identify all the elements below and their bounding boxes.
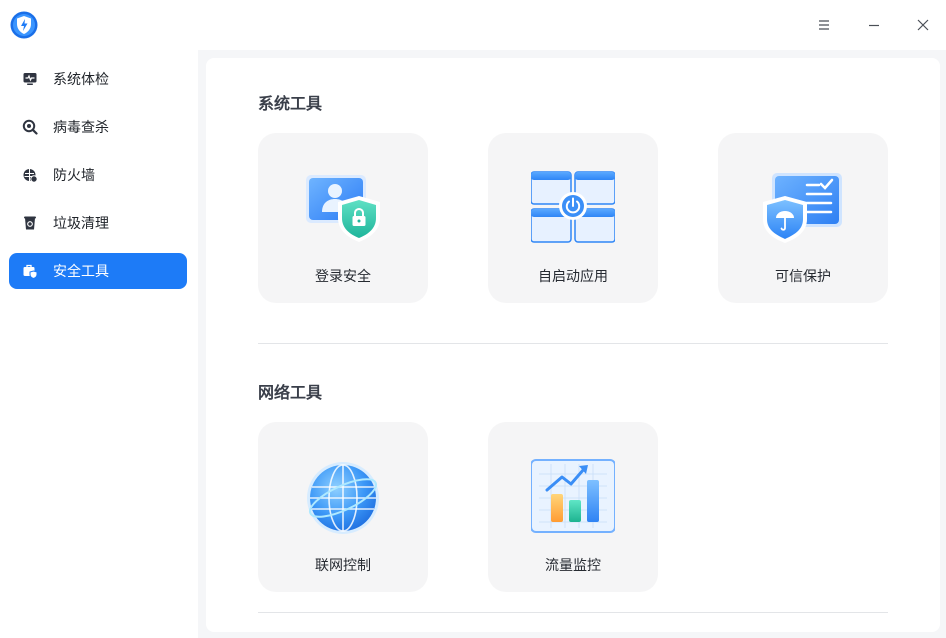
sidebar-item-label: 防火墙 — [53, 168, 95, 184]
minimize-icon — [868, 19, 880, 31]
section-title-network-tools: 网络工具 — [258, 383, 323, 402]
sidebar: 系统体检 病毒查杀 防火墙 垃圾清理 安全工具 — [0, 50, 198, 638]
card-label: 自启动应用 — [538, 269, 608, 285]
sidebar-item-label: 垃圾清理 — [53, 216, 109, 232]
card-login-security[interactable]: 登录安全 — [258, 133, 428, 303]
card-trusted-protection[interactable]: 可信保护 — [718, 133, 888, 303]
card-label: 登录安全 — [315, 269, 371, 285]
close-button[interactable] — [908, 10, 938, 40]
close-icon — [917, 19, 929, 31]
autostart-apps-icon — [530, 167, 616, 251]
sidebar-item-virus-scan[interactable]: 病毒查杀 — [9, 109, 187, 145]
minimize-button[interactable] — [859, 10, 889, 40]
card-network-control[interactable]: 联网控制 — [258, 422, 428, 592]
monitor-pulse-icon — [22, 71, 38, 87]
trash-clean-icon — [22, 215, 38, 231]
sidebar-item-firewall[interactable]: 防火墙 — [9, 157, 187, 193]
menu-button[interactable] — [809, 10, 839, 40]
card-label: 可信保护 — [775, 269, 831, 285]
section-divider — [258, 612, 888, 613]
section-divider — [258, 343, 888, 344]
trusted-protection-icon — [761, 167, 845, 251]
network-control-globe-icon — [301, 456, 385, 540]
section-title-system-tools: 系统工具 — [258, 94, 323, 113]
firewall-icon — [22, 167, 38, 183]
card-autostart-apps[interactable]: 自启动应用 — [488, 133, 658, 303]
menu-icon — [818, 19, 830, 31]
sidebar-item-system-checkup[interactable]: 系统体检 — [9, 61, 187, 97]
sidebar-item-security-tools[interactable]: 安全工具 — [9, 253, 187, 289]
sidebar-item-label: 病毒查杀 — [53, 120, 109, 136]
toolbox-shield-icon — [22, 263, 38, 279]
card-traffic-monitor[interactable]: 流量监控 — [488, 422, 658, 592]
sidebar-item-label: 安全工具 — [53, 264, 109, 280]
card-label: 流量监控 — [545, 558, 601, 574]
login-security-icon — [301, 167, 385, 251]
sidebar-item-label: 系统体检 — [53, 72, 109, 88]
app-logo-icon — [10, 11, 38, 39]
title-bar — [0, 0, 946, 50]
virus-scan-icon — [22, 119, 38, 135]
traffic-monitor-chart-icon — [530, 456, 616, 540]
sidebar-item-junk-cleanup[interactable]: 垃圾清理 — [9, 205, 187, 241]
card-label: 联网控制 — [315, 558, 371, 574]
main-content: 系统工具 登录安全 自启动应用 可信保护 网络工具 联网控制 流量监控 — [206, 58, 940, 632]
